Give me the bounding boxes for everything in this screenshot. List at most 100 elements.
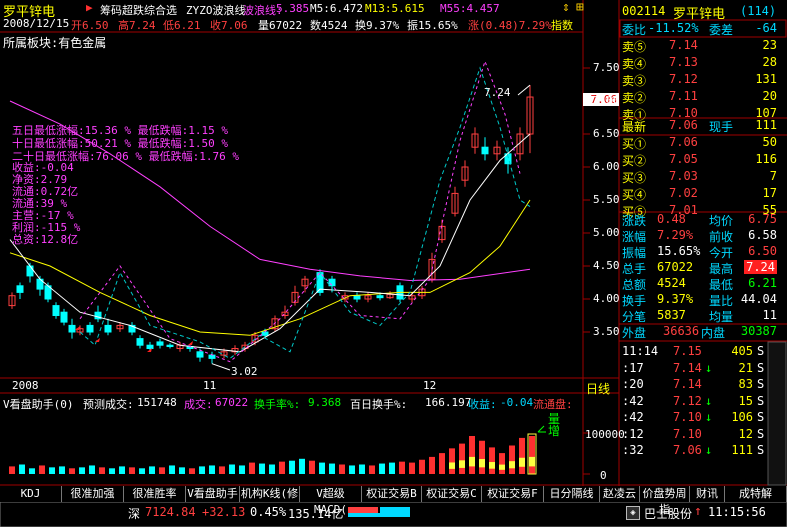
buy-volume: 17 [762, 186, 777, 200]
candle-body [60, 311, 68, 323]
bar-change: 涨(0.48)7.29% [468, 19, 552, 32]
vol-panel-title[interactable]: V看盘助手(0) [3, 396, 74, 412]
tick-vol: 12 [738, 426, 753, 441]
volume-bar [269, 464, 275, 474]
tab-8[interactable]: 权证交易F [482, 486, 544, 502]
sell-price: 7.13 [669, 55, 698, 69]
buy-row[interactable]: 买① 7.06 50 [621, 135, 779, 152]
sector-label[interactable]: 所属板块:有色金属 [3, 34, 106, 51]
volume-bar [189, 468, 195, 474]
volume-bar [129, 467, 135, 474]
sell-row[interactable]: 卖③ 7.12 131 [621, 72, 779, 89]
tick-side: S [757, 344, 765, 358]
tab-13[interactable]: 成特解 [725, 486, 787, 502]
volume-bar-overlay [499, 464, 505, 470]
bar-open: 开6.50 [71, 19, 109, 32]
index-button[interactable]: 指数 [551, 17, 573, 33]
buy-row[interactable]: 买② 7.05 116 [621, 152, 779, 169]
quote-count: (114) [740, 4, 777, 18]
volume-bar [489, 447, 495, 474]
volume-bar [39, 465, 45, 474]
tab-5[interactable]: V超级MACD( [300, 486, 362, 516]
tab-4[interactable]: 机构K线(修 [240, 486, 300, 502]
tick-vol: 15 [738, 393, 753, 408]
volume-bar [369, 465, 375, 474]
tab-9[interactable]: 日分隔线 [544, 486, 600, 502]
inner-label: 内盘 [701, 326, 726, 340]
volume-bar [229, 464, 235, 474]
buy-label: 买④ [622, 188, 647, 202]
tick-row: :12 7.10 12 S [621, 427, 766, 444]
tab-6[interactable]: 权证交易B [362, 486, 422, 502]
volume-bar [469, 436, 475, 474]
volume-bar-overlay [509, 461, 515, 469]
volume-bar [119, 466, 125, 474]
vol-ytick-100000: 100000 [585, 428, 625, 441]
stat-value: 44.04 [740, 292, 777, 306]
volume-bar [149, 466, 155, 474]
candle-body [68, 324, 76, 333]
zyzo-label: ZYZO波浪线 [186, 4, 246, 17]
volume-bar [79, 467, 85, 474]
tab-1[interactable]: 很准加强 [62, 486, 124, 502]
indicator-play-icon[interactable]: ▶ [86, 1, 93, 14]
stat-label: 今开 [709, 246, 734, 260]
tick-time: 11:14 [622, 344, 659, 358]
volume-bar [249, 462, 255, 474]
broker-icon[interactable]: ◈ [626, 506, 640, 520]
stat-label: 涨幅 [622, 230, 647, 244]
buy-row[interactable]: 买④ 7.02 17 [621, 186, 779, 203]
wave-value: 5.385 [276, 2, 310, 15]
tick-side: S [757, 377, 765, 391]
webi-label: 委比 [622, 23, 647, 37]
volume-bar [429, 456, 435, 474]
bar-amount: 数4524 [310, 19, 348, 32]
stat-label: 换手 [622, 294, 647, 308]
lock-icon[interactable]: ⊞ [576, 0, 584, 15]
stat-label: 均价 [709, 214, 734, 228]
volume-bar [19, 464, 25, 474]
stat-row: 换手 9.37% 量比 44.04 [621, 292, 779, 309]
candle-body [104, 324, 112, 333]
tab-11[interactable]: 价盘势周指 [640, 486, 690, 516]
candle-body [52, 305, 60, 317]
deal-value: 67022 [215, 396, 249, 409]
stat-value: 6.21 [748, 276, 777, 290]
tick-price: 7.15 [673, 344, 702, 358]
volume-bar [199, 466, 205, 474]
daily-period-button[interactable]: 日线 [586, 380, 610, 397]
volume-bar [89, 465, 95, 474]
volume-bar [449, 448, 455, 474]
sell-row[interactable]: 卖⑤ 7.14 23 [621, 38, 779, 55]
status-mid-bar [348, 513, 410, 517]
y-tick-label: 3.50 [593, 325, 620, 338]
stat-value: 7.29% [657, 228, 694, 242]
tick-row: :20 7.14 83 S [621, 377, 766, 394]
stat-row: 振幅 15.65% 今开 6.50 [621, 244, 779, 261]
buy-label: 买③ [622, 171, 647, 185]
sell-row[interactable]: 卖② 7.11 20 [621, 89, 779, 106]
tab-7[interactable]: 权证交易C [422, 486, 482, 502]
buy-row[interactable]: 买③ 7.03 7 [621, 169, 779, 186]
tick-time: :12 [622, 426, 644, 441]
pin-icon[interactable]: ⇕ [562, 0, 570, 15]
stat-label: 分笔 [622, 310, 647, 324]
tab-12[interactable]: 财讯 [690, 486, 725, 502]
tab-3[interactable]: V看盘助手 [186, 486, 240, 502]
y-tick-label: 4.50 [593, 259, 620, 272]
stat-value: 6.50 [748, 244, 777, 258]
stat-value: 4524 [657, 276, 686, 290]
indicator-name[interactable]: 筹码超跌综合选 [100, 2, 177, 18]
volume-bar [59, 466, 65, 474]
tab-10[interactable]: 赵凌云 [600, 486, 640, 502]
sell-row[interactable]: 卖④ 7.13 28 [621, 55, 779, 72]
stat-label: 最低 [709, 278, 734, 292]
stat-value: 6.58 [748, 228, 777, 242]
x-tick-12: 12 [423, 379, 437, 392]
volume-bar [409, 462, 415, 474]
status-index: 7124.84 [145, 505, 196, 519]
status-broker[interactable]: 巴士股份 [644, 505, 692, 522]
tab-2[interactable]: 很准胜率 [124, 486, 186, 502]
sell-price: 7.11 [669, 89, 698, 103]
tab-0[interactable]: KDJ [0, 486, 62, 502]
